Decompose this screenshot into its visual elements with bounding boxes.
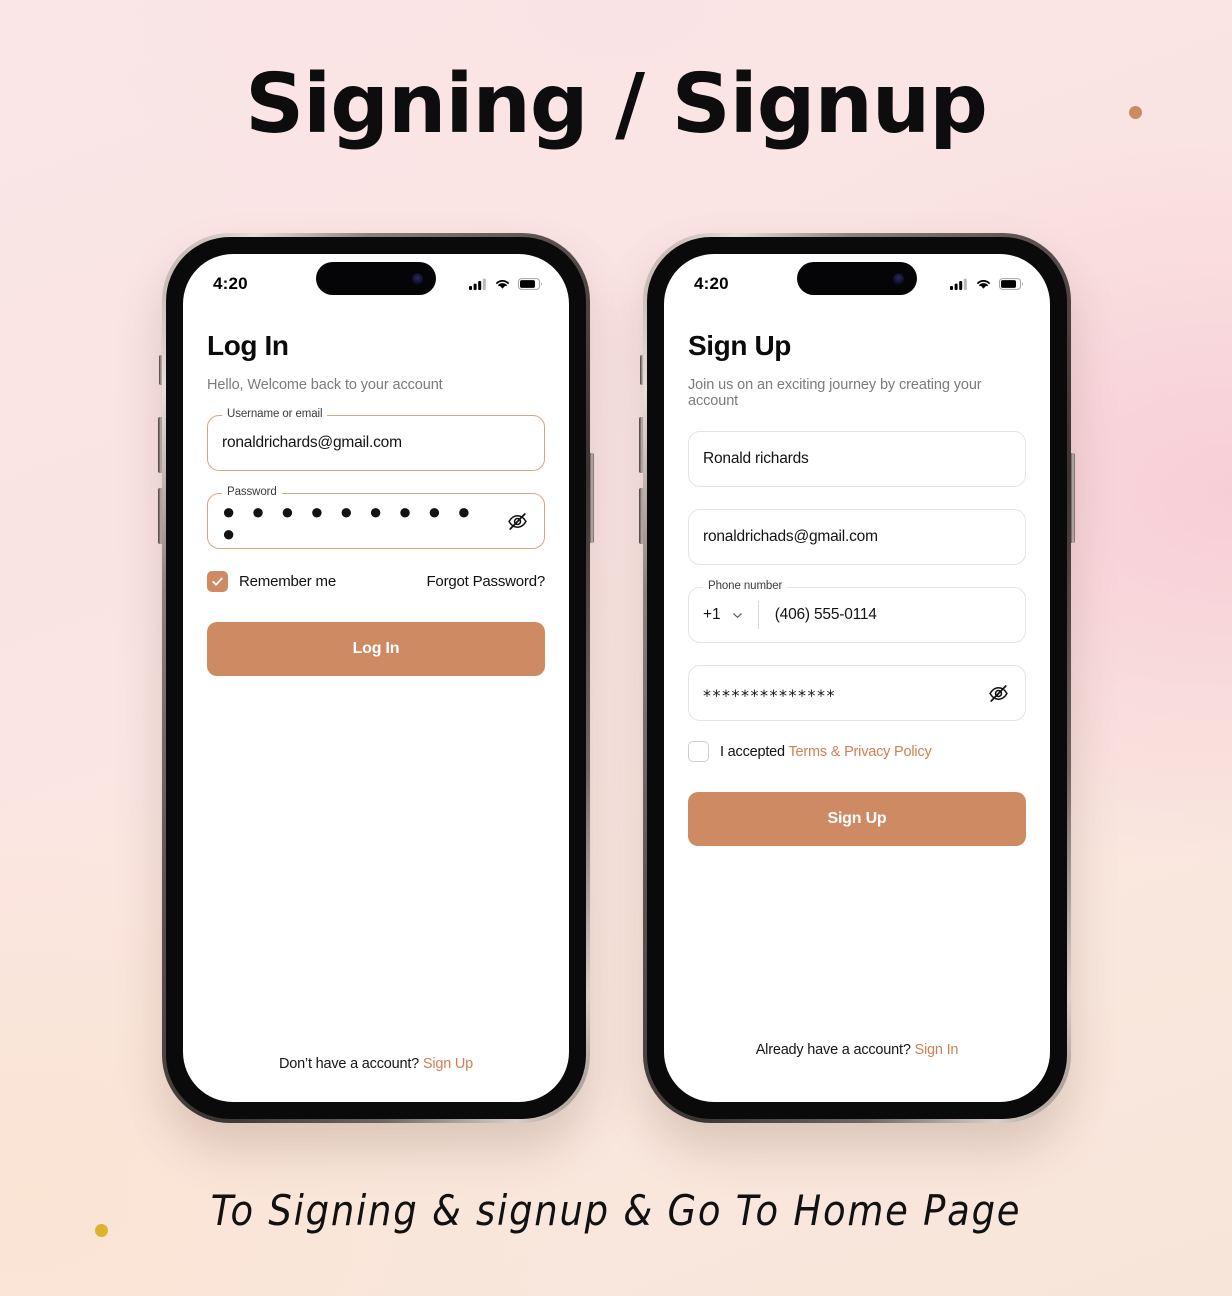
login-footer: Don’t have a account? Sign Up — [183, 1056, 569, 1072]
signup-submit-button[interactable]: Sign Up — [688, 792, 1026, 846]
eye-off-icon[interactable] — [985, 680, 1011, 706]
cellular-signal-icon — [950, 278, 968, 290]
status-bar-login: 4:20 — [183, 254, 569, 308]
password-field[interactable]: Password ● ● ● ● ● ● ● ● ● ● — [207, 486, 545, 549]
status-time: 4:20 — [213, 274, 248, 293]
dynamic-island — [316, 262, 436, 295]
country-code-selector[interactable]: +1 — [703, 601, 759, 629]
phone-mockup-login: 4:20 Log In Hello, Welcome back to your … — [158, 233, 594, 1123]
dynamic-island — [797, 262, 917, 295]
login-submit-button[interactable]: Log In — [207, 622, 545, 676]
email-input[interactable]: ronaldrichads@gmail.com — [703, 528, 1011, 546]
signup-footer-text: Already have a account? — [755, 1042, 915, 1058]
fullname-field[interactable]: Ronald richards — [688, 431, 1026, 487]
terms-text: I accepted Terms & Privacy Policy — [720, 744, 932, 760]
signup-body: Sign Up Join us on an exciting journey b… — [664, 308, 1050, 846]
login-body: Log In Hello, Welcome back to your accou… — [183, 308, 569, 676]
fullname-input[interactable]: Ronald richards — [703, 450, 1011, 468]
username-input[interactable]: ronaldrichards@gmail.com — [222, 434, 530, 452]
signup-screen: 4:20 Sign Up Join us on an exciting jour… — [664, 254, 1050, 1102]
remember-me-label: Remember me — [239, 573, 336, 590]
chevron-down-icon — [731, 609, 744, 622]
password-input[interactable]: ● ● ● ● ● ● ● ● ● ● — [222, 498, 504, 545]
status-icons — [950, 278, 1024, 290]
eye-off-icon[interactable] — [504, 508, 530, 534]
login-screen: 4:20 Log In Hello, Welcome back to your … — [183, 254, 569, 1102]
username-field[interactable]: Username or email ronaldrichards@gmail.c… — [207, 408, 545, 471]
sign-in-link[interactable]: Sign In — [915, 1042, 959, 1058]
country-code-value: +1 — [703, 606, 721, 623]
phone-bezel: 4:20 — [647, 237, 1067, 1119]
poster-caption: To Signing & signup & Go To Home Page — [210, 1186, 1022, 1235]
phone-mockup-signup: 4:20 Sign Up Join us on an exciting jour… — [639, 233, 1075, 1123]
status-icons — [469, 278, 543, 290]
terms-control[interactable]: I accepted Terms & Privacy Policy — [688, 741, 1026, 762]
signup-password-input[interactable]: ************** — [703, 682, 985, 705]
battery-icon — [999, 278, 1024, 290]
phone-number-field[interactable]: Phone number +1 (406) 555-0114 — [688, 580, 1026, 643]
remember-me-control[interactable]: Remember me — [207, 571, 336, 592]
username-field-label: Username or email — [222, 408, 328, 420]
phone-number-field-label: Phone number — [703, 580, 788, 592]
terms-privacy-link[interactable]: Terms & Privacy Policy — [788, 744, 931, 760]
sign-up-link[interactable]: Sign Up — [423, 1056, 473, 1072]
wifi-icon — [975, 278, 992, 290]
phone-frame: 4:20 — [643, 233, 1071, 1123]
status-bar-signup: 4:20 — [664, 254, 1050, 308]
remember-me-checkbox[interactable] — [207, 571, 228, 592]
wifi-icon — [494, 278, 511, 290]
signup-heading: Sign Up — [688, 330, 791, 361]
battery-icon — [518, 278, 543, 290]
phone-number-input[interactable]: (406) 555-0114 — [759, 606, 877, 624]
email-field[interactable]: ronaldrichads@gmail.com — [688, 509, 1026, 565]
cellular-signal-icon — [469, 278, 487, 290]
login-footer-text: Don’t have a account? — [278, 1056, 423, 1072]
forgot-password-link[interactable]: Forgot Password? — [426, 573, 545, 590]
front-camera-icon — [412, 273, 423, 284]
signup-password-field[interactable]: ************** — [688, 665, 1026, 721]
login-heading: Log In — [207, 330, 289, 361]
password-field-label: Password — [222, 486, 282, 498]
front-camera-icon — [893, 273, 904, 284]
signup-subheading: Join us on an exciting journey by creati… — [688, 377, 982, 409]
signup-footer: Already have a account? Sign In — [664, 1042, 1050, 1058]
terms-prefix: I accepted — [720, 743, 789, 760]
status-time: 4:20 — [694, 274, 729, 293]
login-subheading: Hello, Welcome back to your account — [207, 377, 443, 393]
phone-frame: 4:20 — [162, 233, 590, 1123]
phone-bezel: 4:20 — [166, 237, 586, 1119]
page-title: Signing / Signup — [245, 57, 988, 152]
decorative-dot-top-right — [1129, 106, 1142, 119]
poster-canvas: Signing / Signup 4:20 Log In Hello, Welc… — [0, 0, 1232, 1296]
terms-checkbox[interactable] — [688, 741, 709, 762]
login-options-row: Remember me Forgot Password? — [207, 571, 545, 592]
